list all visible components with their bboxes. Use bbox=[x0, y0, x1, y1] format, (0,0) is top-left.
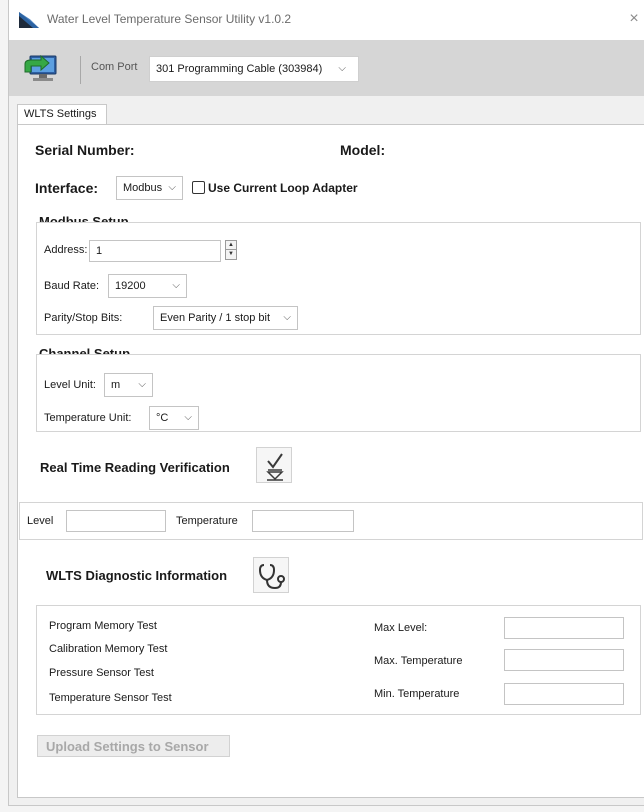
min-temperature-label: Min. Temperature bbox=[374, 688, 460, 700]
parity-label: Parity/Stop Bits: bbox=[44, 312, 123, 324]
current-loop-checkbox[interactable] bbox=[192, 181, 205, 194]
program-memory-test-label: Program Memory Test bbox=[49, 620, 157, 632]
com-port-label: Com Port bbox=[91, 61, 138, 73]
stethoscope-icon[interactable] bbox=[253, 557, 289, 593]
level-reading-field bbox=[66, 510, 166, 532]
temperature-unit-value: °C bbox=[156, 412, 169, 424]
diagnostics-title: WLTS Diagnostic Information bbox=[46, 568, 228, 583]
chevron-down-icon: ⌵ bbox=[338, 63, 346, 74]
tab-wlts-settings[interactable]: WLTS Settings bbox=[17, 104, 107, 125]
interface-value: Modbus bbox=[123, 182, 163, 194]
parity-value: Even Parity / 1 stop bit bbox=[160, 312, 271, 324]
chevron-down-icon: ⌵ bbox=[283, 312, 291, 323]
connect-monitor-icon[interactable] bbox=[21, 52, 65, 86]
baud-rate-value: 19200 bbox=[115, 280, 146, 292]
temperature-unit-label: Temperature Unit: bbox=[44, 412, 132, 424]
parity-select[interactable]: Even Parity / 1 stop bit ⌵ bbox=[153, 306, 298, 330]
spinner-down-icon[interactable]: ▼ bbox=[226, 250, 236, 259]
settings-panel: Serial Number: Model: Interface: Modbus … bbox=[17, 124, 644, 798]
realtime-title: Real Time Reading Verification bbox=[40, 460, 230, 475]
toolbar: Com Port 301 Programming Cable (303984) … bbox=[9, 40, 644, 96]
modbus-setup-group: Address: 1 ▲ ▼ Baud Rate: 19200 ⌵ Parity… bbox=[36, 222, 641, 335]
address-value: 1 bbox=[96, 245, 103, 257]
baud-rate-select[interactable]: 19200 ⌵ bbox=[108, 274, 187, 298]
max-temperature-field bbox=[504, 649, 624, 671]
calibration-memory-test-label: Calibration Memory Test bbox=[49, 643, 168, 655]
temperature-unit-select[interactable]: °C ⌵ bbox=[149, 406, 199, 430]
min-temperature-field bbox=[504, 683, 624, 705]
address-input[interactable]: 1 bbox=[89, 240, 221, 262]
toolbar-separator bbox=[80, 56, 81, 84]
title-bar: Water Level Temperature Sensor Utility v… bbox=[9, 0, 644, 40]
com-port-select[interactable]: 301 Programming Cable (303984) ⌵ bbox=[149, 56, 359, 82]
serial-number-label: Serial Number: bbox=[35, 142, 135, 158]
chevron-down-icon: ⌵ bbox=[172, 280, 180, 291]
baud-rate-label: Baud Rate: bbox=[44, 280, 100, 292]
model-label: Model: bbox=[340, 142, 386, 158]
spinner-up-icon[interactable]: ▲ bbox=[226, 241, 236, 250]
level-reading-label: Level bbox=[27, 515, 54, 527]
realtime-readings-group: Level Temperature bbox=[19, 502, 643, 540]
max-temperature-label: Max. Temperature bbox=[374, 655, 463, 667]
window-title: Water Level Temperature Sensor Utility v… bbox=[47, 12, 292, 26]
tab-label: WLTS Settings bbox=[24, 108, 97, 120]
level-unit-label: Level Unit: bbox=[44, 379, 96, 391]
temperature-reading-label: Temperature bbox=[176, 515, 238, 527]
pressure-sensor-test-label: Pressure Sensor Test bbox=[49, 667, 154, 679]
chevron-down-icon: ⌵ bbox=[184, 412, 192, 423]
chevron-down-icon: ⌵ bbox=[168, 182, 176, 193]
address-spinner[interactable]: ▲ ▼ bbox=[225, 240, 237, 260]
close-icon[interactable]: × bbox=[626, 10, 642, 28]
com-port-value: 301 Programming Cable (303984) bbox=[156, 63, 323, 75]
upload-settings-button[interactable]: Upload Settings to Sensor bbox=[37, 735, 230, 757]
level-unit-select[interactable]: m ⌵ bbox=[104, 373, 153, 397]
level-unit-value: m bbox=[111, 379, 121, 391]
verify-checkmark-icon[interactable] bbox=[256, 447, 292, 483]
diagnostics-group: Program Memory Test Calibration Memory T… bbox=[36, 605, 641, 715]
max-level-field bbox=[504, 617, 624, 639]
chevron-down-icon: ⌵ bbox=[138, 379, 146, 390]
current-loop-label: Use Current Loop Adapter bbox=[208, 181, 358, 195]
app-window: Water Level Temperature Sensor Utility v… bbox=[8, 0, 644, 806]
temperature-reading-field bbox=[252, 510, 354, 532]
channel-setup-group: Level Unit: m ⌵ Temperature Unit: °C ⌵ bbox=[36, 354, 641, 432]
temperature-sensor-test-label: Temperature Sensor Test bbox=[49, 692, 172, 704]
address-label: Address: bbox=[44, 244, 88, 256]
interface-label: Interface: bbox=[35, 180, 99, 196]
interface-select[interactable]: Modbus ⌵ bbox=[116, 176, 183, 200]
max-level-label: Max Level: bbox=[374, 622, 428, 634]
